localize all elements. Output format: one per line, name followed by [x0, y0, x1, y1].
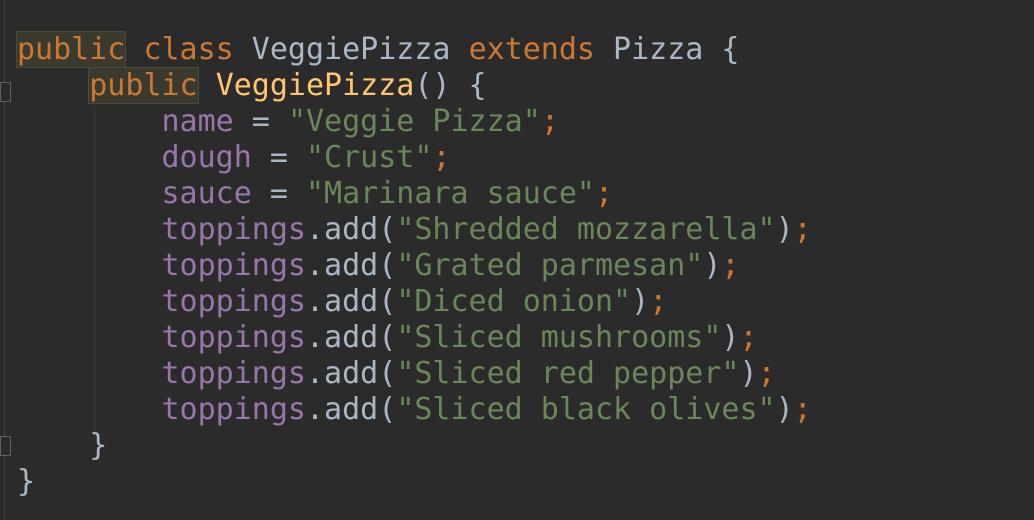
code-token: "Grated parmesan": [396, 248, 704, 283]
code-line[interactable]: toppings.add("Sliced black olives");: [17, 392, 812, 428]
code-token: ;: [739, 320, 758, 355]
code-token: "Diced onion": [396, 284, 632, 319]
code-token: .add(: [306, 392, 397, 427]
code-token: }: [89, 428, 108, 463]
code-line[interactable]: }: [17, 464, 812, 500]
code-token: sauce: [161, 176, 252, 211]
code-token: public: [88, 67, 199, 104]
code-token: =: [251, 176, 306, 211]
code-token: name: [161, 104, 234, 139]
code-editor[interactable]: public class VeggiePizza extends Pizza {…: [0, 0, 1034, 520]
code-token: "Sliced mushrooms": [396, 320, 722, 355]
code-token: VeggiePizza: [233, 32, 469, 67]
code-line[interactable]: toppings.add("Sliced red pepper");: [17, 356, 812, 392]
code-token: ): [739, 356, 758, 391]
code-line[interactable]: sauce = "Marinara sauce";: [17, 176, 812, 212]
code-line[interactable]: name = "Veggie Pizza";: [17, 104, 812, 140]
code-token: toppings: [161, 284, 307, 319]
code-token: toppings: [161, 392, 307, 427]
code-line[interactable]: }: [17, 428, 812, 464]
code-token: toppings: [161, 356, 307, 391]
code-token: ;: [757, 356, 776, 391]
code-token: "Sliced black olives": [396, 392, 776, 427]
code-token: ): [721, 320, 740, 355]
code-token: }: [17, 464, 36, 499]
code-line[interactable]: toppings.add("Diced onion");: [17, 284, 812, 320]
code-token: () {: [414, 68, 487, 103]
code-token: .add(: [306, 356, 397, 391]
code-token: ;: [649, 284, 668, 319]
code-line[interactable]: toppings.add("Sliced mushrooms");: [17, 320, 812, 356]
code-line[interactable]: toppings.add("Grated parmesan");: [17, 248, 812, 284]
code-token: ;: [432, 140, 451, 175]
fold-marker-icon[interactable]: [0, 436, 11, 456]
code-token: "Crust": [306, 140, 433, 175]
code-token: .add(: [306, 212, 397, 247]
code-token: ): [703, 248, 722, 283]
code-token: "Veggie Pizza": [287, 104, 541, 139]
code-token: public: [15, 31, 127, 68]
code-token: ;: [793, 392, 812, 427]
code-token: =: [251, 140, 306, 175]
code-line[interactable]: toppings.add("Shredded mozzarella");: [17, 212, 812, 248]
code-token: .add(: [306, 284, 397, 319]
code-token: toppings: [161, 248, 307, 283]
code-token: "Sliced red pepper": [396, 356, 740, 391]
code-content[interactable]: public class VeggiePizza extends Pizza {…: [15, 31, 812, 500]
code-token: ): [775, 392, 794, 427]
code-token: toppings: [161, 320, 307, 355]
code-token: ;: [540, 104, 559, 139]
code-token: Pizza {: [595, 32, 740, 67]
code-token: ): [775, 212, 794, 247]
code-token: "Marinara sauce": [306, 176, 595, 211]
code-token: ;: [721, 248, 740, 283]
code-token: class: [143, 32, 234, 67]
code-line[interactable]: public class VeggiePizza extends Pizza {: [15, 31, 812, 68]
code-token: ;: [793, 212, 812, 247]
code-line[interactable]: public VeggiePizza() {: [17, 67, 812, 104]
code-token: ;: [594, 176, 614, 211]
code-token: ): [631, 284, 650, 319]
code-token: dough: [161, 140, 252, 175]
code-token: "Shredded mozzarella": [396, 212, 776, 247]
code-token: extends: [468, 32, 595, 67]
code-token: .add(: [306, 248, 397, 283]
code-token: toppings: [161, 212, 307, 247]
code-token: .add(: [306, 320, 397, 355]
code-token: VeggiePizza: [215, 68, 415, 103]
code-token: =: [233, 104, 288, 139]
code-line[interactable]: dough = "Crust";: [17, 140, 812, 176]
fold-marker-icon[interactable]: [0, 82, 11, 102]
